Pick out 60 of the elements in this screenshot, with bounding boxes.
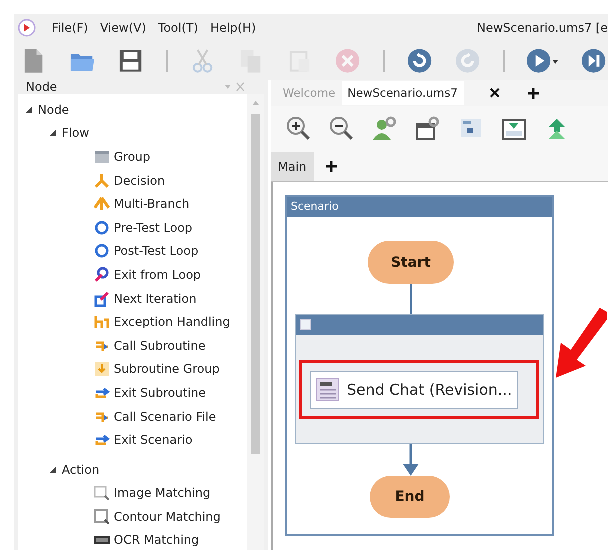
tree-item[interactable]: Contour Matching [114, 510, 221, 524]
scrollbar[interactable] [247, 94, 264, 550]
group-icon [94, 148, 110, 165]
user-settings-icon[interactable] [371, 115, 399, 143]
tree-item[interactable]: Call Scenario File [114, 410, 216, 424]
scroll-thumb[interactable] [251, 114, 260, 454]
tree-item[interactable]: Exit Subroutine [114, 386, 206, 400]
tree-item[interactable]: Image Matching [114, 486, 211, 500]
tree-item[interactable]: Exit from Loop [114, 268, 202, 282]
tree-item[interactable]: Node [38, 102, 70, 117]
tree-item[interactable]: Exception Handling [114, 315, 230, 330]
tree-item[interactable]: Group [114, 150, 151, 164]
arrow-connector [402, 444, 420, 476]
tree-item[interactable]: Subroutine Group [114, 362, 220, 376]
step-forward-icon[interactable] [580, 47, 608, 75]
zoom-in-icon[interactable] [285, 115, 313, 143]
menu-item[interactable]: File(F) [46, 21, 94, 35]
tree-item[interactable]: Next Iteration [114, 292, 197, 306]
close-icon[interactable] [490, 88, 500, 98]
menu-item[interactable]: View(V) [94, 21, 152, 35]
window-title: NewScenario.ums7 [e [476, 21, 608, 35]
flow-icon [94, 314, 110, 330]
expander-icon[interactable] [24, 104, 34, 115]
collapse-toggle[interactable] [300, 319, 311, 330]
branch-icon [94, 196, 110, 212]
tree-item[interactable]: Flow [62, 126, 90, 140]
tree-item[interactable]: Multi-Branch [114, 197, 190, 212]
action-node[interactable]: Send Chat (Revision... [310, 371, 518, 409]
add-tab-icon[interactable] [528, 88, 539, 98]
panel-title: Node [26, 80, 58, 94]
tree-item[interactable]: Action [62, 462, 100, 477]
tree-item[interactable]: Decision [114, 174, 166, 188]
tree-item[interactable]: OCR Matching [114, 533, 200, 548]
start-node[interactable]: Start [368, 241, 454, 284]
add-sheet-icon[interactable] [326, 161, 337, 172]
magnifier-icon [94, 508, 110, 525]
arrow-icon [94, 432, 110, 448]
zoom-out-icon[interactable] [328, 115, 356, 143]
menu-item[interactable]: Help(H) [204, 21, 262, 35]
magnifier-icon [94, 485, 110, 502]
document-tab[interactable]: NewScenario.ums7 [342, 81, 464, 105]
download-icon [94, 361, 110, 378]
tree-item[interactable]: Exit Scenario [114, 433, 193, 448]
end-node[interactable]: End [370, 476, 450, 518]
sheet-tab[interactable]: Main [271, 152, 314, 181]
window-settings-icon[interactable] [414, 115, 442, 143]
menu-item[interactable]: Tool(T) [152, 21, 204, 35]
app-logo-icon [18, 19, 36, 37]
script-icon [315, 377, 341, 403]
expander-icon[interactable] [48, 464, 58, 475]
expander-icon[interactable] [48, 128, 58, 138]
container-title: Scenario [287, 197, 552, 217]
connector-line [410, 284, 412, 314]
undo-icon[interactable] [406, 47, 434, 75]
branch-icon [94, 172, 110, 189]
tree-item[interactable]: Post-Test Loop [114, 244, 199, 258]
pointer-arrow [553, 308, 607, 380]
tree-item[interactable]: Call Subroutine [114, 338, 206, 353]
tree-item[interactable]: Pre-Test Loop [114, 220, 193, 235]
play-dropdown-icon[interactable] [526, 47, 560, 75]
